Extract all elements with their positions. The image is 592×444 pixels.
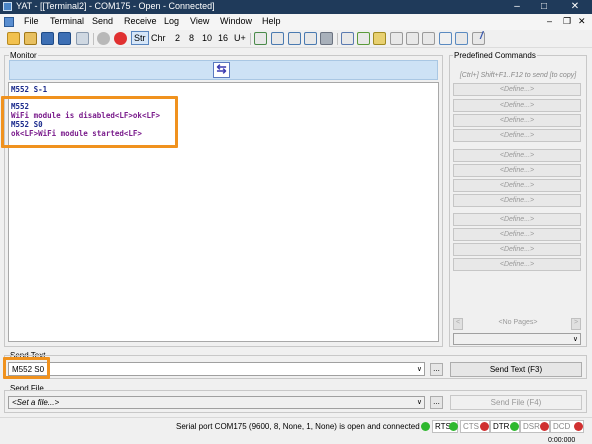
app-icon <box>3 2 12 11</box>
define-command-button-9[interactable]: <Define...> <box>453 213 581 226</box>
send-text-input[interactable]: M552 S0 ∨ <box>8 362 425 376</box>
radix-unicode-button[interactable]: U+ <box>234 33 246 43</box>
radix-dec-button[interactable]: 10 <box>202 33 212 43</box>
pages-label: <No Pages> <box>498 319 538 326</box>
monitor-header: ⇆ <box>9 60 438 80</box>
signal-label: DTR <box>493 422 510 431</box>
page-prev-icon[interactable]: < <box>453 318 463 330</box>
new-terminal-icon[interactable] <box>7 32 20 45</box>
page-select[interactable]: ∨ <box>453 333 581 345</box>
log-open-icon[interactable] <box>422 32 435 45</box>
monitor-options-icon[interactable] <box>288 32 301 45</box>
status-connected-led <box>421 422 430 431</box>
save-icon[interactable] <box>41 32 54 45</box>
dtr-led <box>510 422 519 431</box>
predefined-hint: [Ctrl+] Shift+F1..F12 to send [to copy] <box>459 72 577 79</box>
monitor-label: Monitor <box>9 51 38 60</box>
autoresponse-icon[interactable] <box>439 32 452 45</box>
define-command-button-4[interactable]: <Define...> <box>453 129 581 142</box>
radix-bin-button[interactable]: 2 <box>175 33 180 43</box>
send-file-placeholder: <Set a file...> <box>12 398 60 407</box>
mdi-minimize-icon[interactable]: – <box>547 16 552 26</box>
signal-label: DCD <box>553 422 571 431</box>
toolbar: Str Chr 2 8 10 16 U+ / <box>0 30 592 48</box>
menu-terminal[interactable]: Terminal <box>50 16 84 26</box>
settings-icon[interactable] <box>76 32 89 45</box>
send-options-icon[interactable] <box>254 32 267 45</box>
menu-receive[interactable]: Receive <box>124 16 157 26</box>
radix-hex-button[interactable]: 16 <box>218 33 228 43</box>
find-icon[interactable] <box>341 32 354 45</box>
char-mode-button[interactable]: Chr <box>151 33 166 43</box>
highlight-box-send-text <box>3 357 50 379</box>
define-command-button-11[interactable]: <Define...> <box>453 243 581 256</box>
menu-window[interactable]: Window <box>220 16 252 26</box>
define-command-button-3[interactable]: <Define...> <box>453 114 581 127</box>
send-file-browse-button[interactable]: ... <box>430 396 443 409</box>
font-icon[interactable]: / <box>480 30 483 42</box>
dsr-led <box>540 422 549 431</box>
send-file-button[interactable]: Send File (F4) <box>450 395 582 410</box>
send-text-button[interactable]: Send Text (F3) <box>450 362 582 377</box>
status-message: Serial port COM175 (9600, 8, None, 1, No… <box>176 422 420 431</box>
define-command-button-6[interactable]: <Define...> <box>453 164 581 177</box>
swap-direction-icon[interactable]: ⇆ <box>213 62 230 78</box>
close-port-icon[interactable] <box>114 32 127 45</box>
paste-icon[interactable] <box>455 32 468 45</box>
menu-bar: File Terminal Send Receive Log View Wind… <box>0 14 592 30</box>
define-command-button-8[interactable]: <Define...> <box>453 194 581 207</box>
child-window-icon <box>4 17 14 27</box>
define-command-button-1[interactable]: <Define...> <box>453 83 581 96</box>
menu-view[interactable]: View <box>190 16 209 26</box>
toolbar-separator <box>250 33 251 45</box>
elapsed-time: 0:00:000 <box>548 437 576 444</box>
log-on-icon[interactable] <box>390 32 403 45</box>
mdi-close-icon[interactable]: ✕ <box>578 16 586 27</box>
open-icon[interactable] <box>24 32 37 45</box>
menu-log[interactable]: Log <box>164 16 179 26</box>
predefined-commands-label: Predefined Commands <box>453 51 537 60</box>
chevron-down-icon: ∨ <box>572 336 578 343</box>
clear-monitor-icon[interactable] <box>304 32 317 45</box>
menu-send[interactable]: Send <box>92 16 113 26</box>
signal-label: CTS <box>463 422 479 431</box>
print-icon[interactable] <box>320 32 333 45</box>
define-command-button-10[interactable]: <Define...> <box>453 228 581 241</box>
string-mode-button[interactable]: Str <box>131 31 149 45</box>
maximize-icon[interactable]: □ <box>529 0 559 14</box>
menu-help[interactable]: Help <box>262 16 281 26</box>
receive-options-icon[interactable] <box>271 32 284 45</box>
mdi-restore-icon[interactable]: ❐ <box>563 16 571 27</box>
save-workspace-icon[interactable] <box>58 32 71 45</box>
log-off-icon[interactable] <box>406 32 419 45</box>
define-command-button-5[interactable]: <Define...> <box>453 149 581 162</box>
send-text-browse-button[interactable]: ... <box>430 363 443 376</box>
radix-oct-button[interactable]: 8 <box>189 33 194 43</box>
define-command-button-12[interactable]: <Define...> <box>453 258 581 271</box>
dcd-led <box>574 422 583 431</box>
check-icon[interactable] <box>357 32 370 45</box>
highlight-box-monitor <box>1 96 178 148</box>
chevron-down-icon[interactable]: ∨ <box>417 365 422 373</box>
signal-label: DSR <box>523 422 540 431</box>
menu-file[interactable]: File <box>24 16 39 26</box>
rts-led <box>449 422 458 431</box>
chevron-down-icon[interactable]: ∨ <box>417 398 422 406</box>
monitor-line: M552 S-1 <box>11 85 48 94</box>
log-icon[interactable] <box>373 32 386 45</box>
define-command-button-2[interactable]: <Define...> <box>453 99 581 112</box>
cts-led <box>480 422 489 431</box>
close-icon[interactable]: ✕ <box>560 0 590 14</box>
minimize-icon[interactable]: – <box>502 0 532 14</box>
toolbar-separator <box>93 33 94 45</box>
page-next-icon[interactable]: > <box>571 318 581 330</box>
title-bar: YAT - [[Terminal2] - COM175 - Open - Con… <box>0 0 592 14</box>
open-port-icon[interactable] <box>97 32 110 45</box>
window-title: YAT - [[Terminal2] - COM175 - Open - Con… <box>16 1 215 11</box>
define-command-button-7[interactable]: <Define...> <box>453 179 581 192</box>
send-file-select[interactable]: <Set a file...> ∨ <box>8 396 425 409</box>
toolbar-separator <box>337 33 338 45</box>
